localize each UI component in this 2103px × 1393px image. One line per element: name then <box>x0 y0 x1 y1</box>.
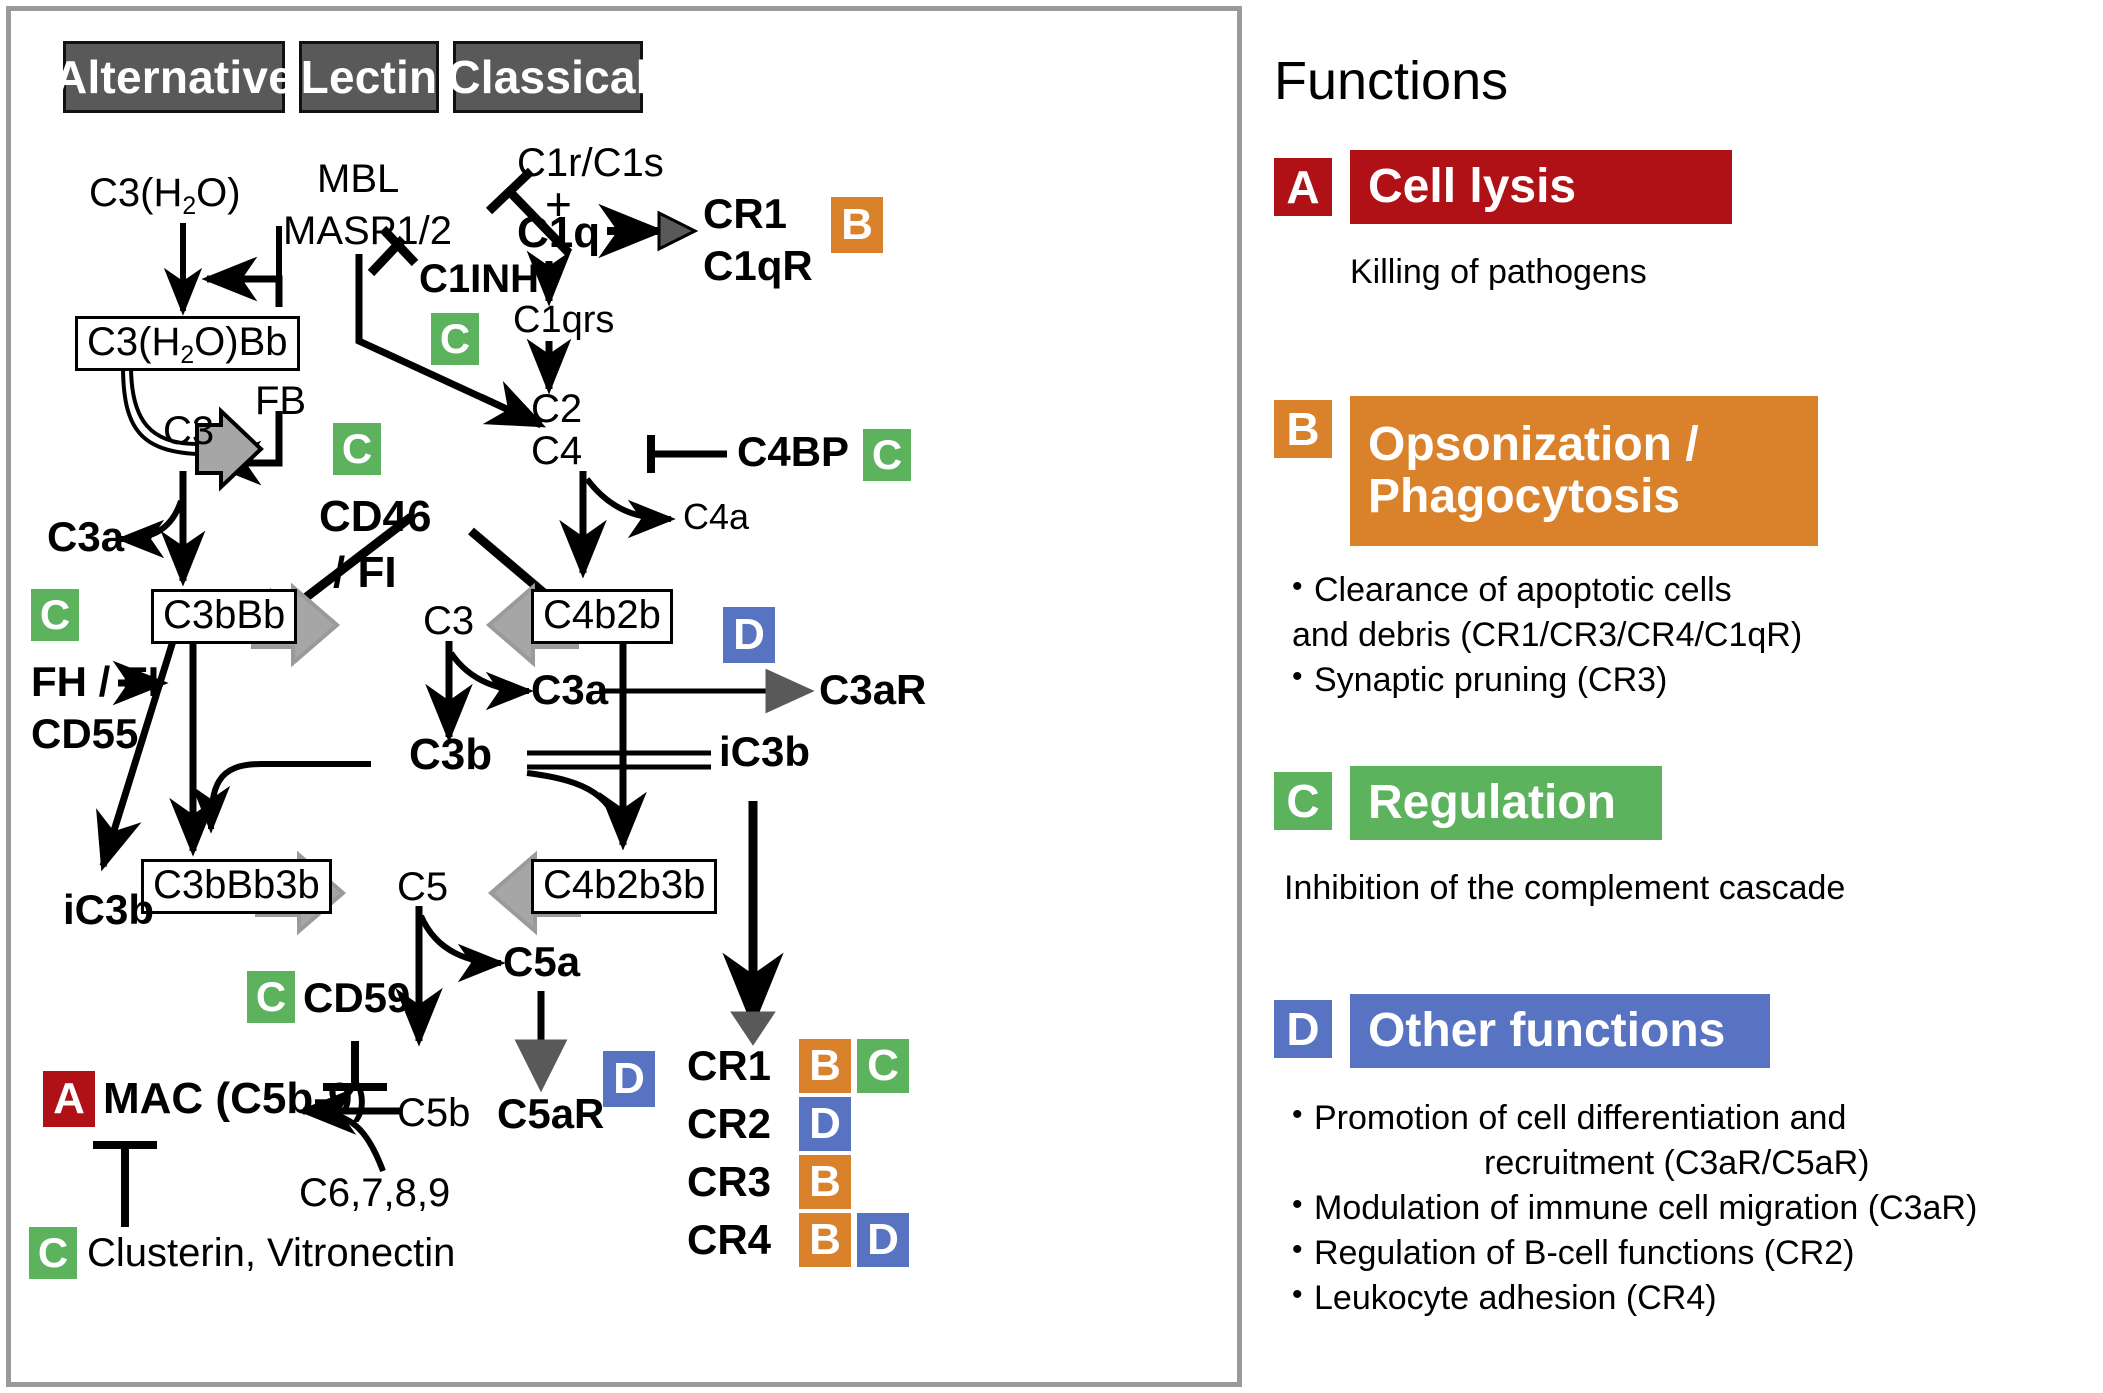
functions-title: Functions <box>1274 51 1509 111</box>
badge-c-c1inh: C <box>431 313 479 365</box>
pathway-label-classical: Classical <box>447 51 649 103</box>
receptor-name: CR2 <box>687 1100 772 1147</box>
diagram-arrows-layer <box>93 167 815 1227</box>
function-desc-c: Inhibition of the complement cascade <box>1284 869 1846 907</box>
bullet: Regulation of B-cell functions (CR2) <box>1288 1230 1977 1276</box>
node-c3-upper: C3 <box>163 409 215 453</box>
receptor-badge: C <box>857 1039 909 1093</box>
node-fh-fi: FH / FI <box>31 658 160 705</box>
node-c1q: C1q <box>517 208 601 257</box>
node-c1qrs: C1qrs <box>513 299 615 341</box>
bullet-line: Synaptic pruning (CR3) <box>1314 660 1668 699</box>
node-c5-mid: C5 <box>397 865 449 909</box>
pathway-header-lectin: Lectin <box>299 41 439 113</box>
complement-pathway-diagram: Alternative Lectin Classical C3(H2O) C3(… <box>6 6 1242 1387</box>
receptor-badge: B <box>799 1155 851 1209</box>
badge-d-c5ar: D <box>603 1051 655 1107</box>
node-ic3b-right: iC3b <box>719 728 811 775</box>
bullet-line: Modulation of immune cell migration (C3a… <box>1314 1188 1978 1227</box>
badge-c-clusterin: C <box>29 1227 77 1279</box>
bullet-line: and debris (CR1/CR3/CR4/C1qR) <box>1292 615 1803 654</box>
badge-a-mac: A <box>43 1071 95 1127</box>
node-c3bbb: C3bBb <box>151 589 298 644</box>
receptor-badge: D <box>857 1213 909 1267</box>
receptor-name: CR4 <box>687 1216 772 1263</box>
pathway-header-alternative: Alternative <box>54 41 294 113</box>
node-c4bp: C4BP <box>737 428 850 475</box>
badge-c-cd46: C <box>333 423 381 475</box>
receptor-name: CR3 <box>687 1158 772 1205</box>
badge-d-c3ar: D <box>723 607 775 663</box>
node-mbl: MBL <box>317 157 400 201</box>
function-bar-b-line1: Opsonization / <box>1368 418 1699 472</box>
function-bullets-b: Clearance of apoptotic cells and debris … <box>1288 567 1803 703</box>
bullet-line: Promotion of cell differentiation and <box>1314 1099 1847 1137</box>
node-c5b: C5b <box>397 1091 471 1135</box>
bullet: Modulation of immune cell migration (C3a… <box>1288 1185 1978 1231</box>
node-c6789: C6,7,8,9 <box>299 1171 451 1215</box>
badge-c-cd59: C <box>247 971 295 1023</box>
receptor-badge: B <box>799 1213 851 1267</box>
pathway-header-classical: Classical <box>447 41 648 113</box>
pathway-label-lectin: Lectin <box>300 51 438 103</box>
bullet-line: Leukocyte adhesion (CR4) <box>1314 1278 1717 1317</box>
node-c3a-left: C3a <box>47 513 125 560</box>
badge-c-c4bp: C <box>863 429 911 481</box>
node-c1r-c1s: C1r/C1s <box>517 141 664 185</box>
node-ic3b-left: iC3b <box>63 886 155 933</box>
function-bar-d: Other functions <box>1350 994 1770 1068</box>
node-c5a: C5a <box>503 938 581 985</box>
badge-b-c1qr: B <box>831 197 883 253</box>
complement-cascade-figure: Alternative Lectin Classical C3(H2O) C3(… <box>0 0 2103 1393</box>
receptor-badge: D <box>799 1097 851 1151</box>
function-badge-a: A <box>1274 158 1332 216</box>
node-cd55: CD55 <box>31 710 139 757</box>
node-cd46: CD46 <box>319 492 432 541</box>
functions-legend-panel: Functions A Cell lysis Killing of pathog… <box>1258 0 2103 1393</box>
node-fi: / FI <box>333 548 397 597</box>
node-cr1-top: CR1 <box>703 190 788 237</box>
node-c3-mid: C3 <box>423 599 475 643</box>
pathway-label-alternative: Alternative <box>54 51 294 103</box>
function-badge-c: C <box>1274 772 1332 830</box>
node-cd59: CD59 <box>303 974 411 1021</box>
receptor-badge: B <box>799 1039 851 1093</box>
bullet-line: recruitment (C3aR/C5aR) <box>1484 1143 1870 1182</box>
function-badge-d: D <box>1274 1000 1332 1058</box>
node-c3ar: C3aR <box>819 666 927 713</box>
bullet-line: Clearance of apoptotic cells <box>1314 571 1732 609</box>
node-c5ar: C5aR <box>497 1090 605 1137</box>
bullet: Synaptic pruning (CR3) <box>1288 657 1802 703</box>
node-c2: C2 <box>531 387 583 431</box>
node-mac: MAC (C5b-9) <box>103 1074 367 1123</box>
badge-c-fh-fi: C <box>31 589 79 641</box>
receptor-name: CR1 <box>687 1042 772 1089</box>
function-badge-b: B <box>1274 400 1332 458</box>
function-desc-a: Killing of pathogens <box>1350 253 1647 291</box>
node-clusterin-vitronectin: Clusterin, Vitronectin <box>87 1231 456 1275</box>
node-c3-h2o-bb: C3(H2O)Bb <box>75 316 300 371</box>
node-c3-h2o: C3(H2O) <box>89 171 241 220</box>
node-c1inh: C1INH <box>419 257 540 301</box>
node-fb: FB <box>255 379 307 423</box>
function-bar-b: Opsonization / Phagocytosis <box>1350 396 1818 546</box>
function-bar-c: Regulation <box>1350 766 1662 840</box>
node-c4: C4 <box>531 429 583 473</box>
bullet: Leukocyte adhesion (CR4) <box>1288 1275 1977 1321</box>
node-c3bbb3b: C3bBb3b <box>141 859 332 914</box>
node-c1qr-top: C1qR <box>703 242 813 289</box>
node-c4b2b: C4b2b <box>531 589 673 644</box>
function-bar-b-line2: Phagocytosis <box>1368 470 1681 523</box>
bullet: Promotion of cell differentiation and re… <box>1288 1095 1977 1186</box>
bullet-line: Regulation of B-cell functions (CR2) <box>1314 1233 1855 1272</box>
function-bullets-d: Promotion of cell differentiation and re… <box>1288 1095 1978 1321</box>
node-c3b-mid: C3b <box>409 730 493 779</box>
bullet: Clearance of apoptotic cells and debris … <box>1288 567 1803 658</box>
node-c4a: C4a <box>683 496 750 537</box>
node-masp: MASP1/2 <box>283 209 452 253</box>
function-bar-a: Cell lysis <box>1350 150 1732 224</box>
node-c4b2b3b: C4b2b3b <box>531 859 718 914</box>
node-c3a-mid: C3a <box>531 666 609 713</box>
